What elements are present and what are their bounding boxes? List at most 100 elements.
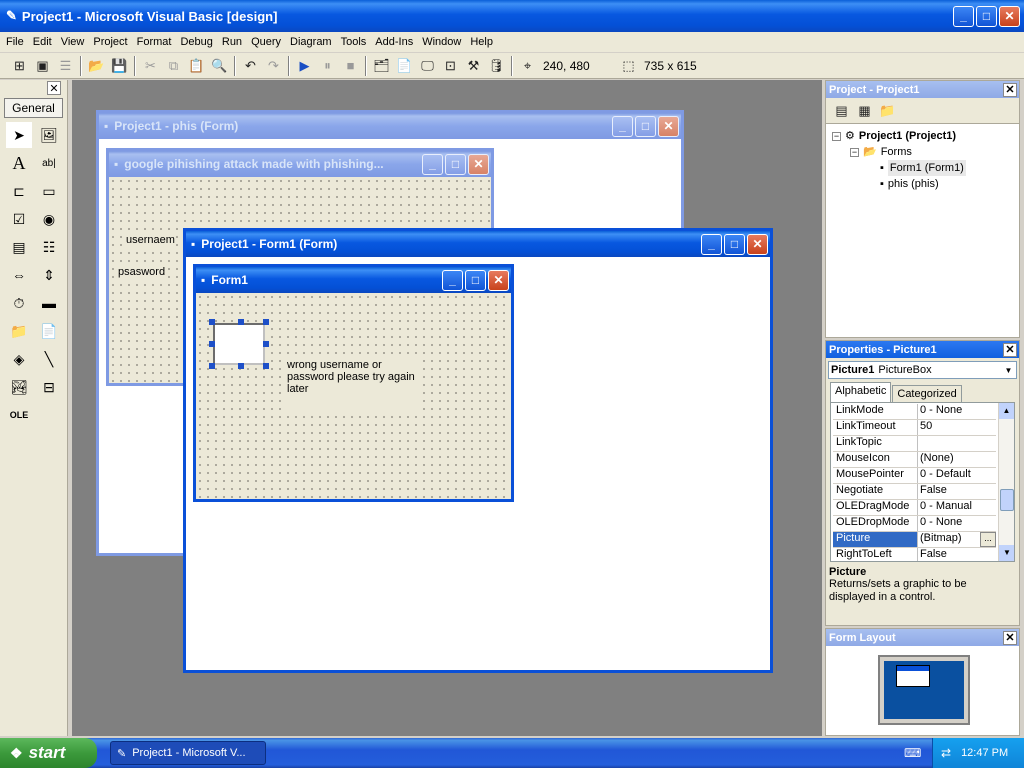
copy-icon[interactable]: ⧉ [162, 55, 185, 77]
menu-editor-icon[interactable]: ☰ [54, 55, 77, 77]
vscrollbar-tool-icon[interactable]: ⇕ [36, 262, 62, 288]
form1-form[interactable]: ▪ Form1 _ □ ✕ wrong username or password… [193, 264, 514, 502]
timer-tool-icon[interactable]: ⏱ [6, 290, 32, 316]
filelistbox-tool-icon[interactable]: 📄 [36, 318, 62, 344]
undo-icon[interactable]: ↶ [239, 55, 262, 77]
frame-tool-icon[interactable]: ⊏ [6, 178, 32, 204]
menu-edit[interactable]: Edit [33, 36, 52, 48]
menu-file[interactable]: File [6, 36, 24, 48]
taskbar-item-vb[interactable]: ✎ Project1 - Microsoft V... [110, 741, 266, 765]
minimize-button[interactable]: _ [701, 233, 722, 255]
view-code-icon[interactable]: ▤ [830, 100, 853, 122]
close-icon[interactable]: ✕ [1003, 82, 1017, 97]
selection-handle[interactable] [263, 341, 269, 347]
close-icon[interactable]: ✕ [1003, 630, 1017, 645]
menu-query[interactable]: Query [251, 36, 281, 48]
menu-help[interactable]: Help [470, 36, 493, 48]
ole-tool-icon[interactable]: OLE [6, 402, 32, 428]
form-layout-icon[interactable]: 🖵 [416, 55, 439, 77]
selection-handle[interactable] [263, 363, 269, 369]
property-row[interactable]: MouseIcon (None) [833, 452, 996, 468]
maximize-button[interactable]: □ [976, 5, 997, 27]
find-icon[interactable]: 🔍 [208, 55, 231, 77]
property-row[interactable]: LinkMode 0 - None [833, 404, 996, 420]
menu-view[interactable]: View [61, 36, 85, 48]
hscrollbar-tool-icon[interactable]: ⇔ [6, 262, 32, 288]
collapse-icon[interactable]: − [832, 131, 841, 141]
menu-window[interactable]: Window [422, 36, 461, 48]
menu-diagram[interactable]: Diagram [290, 36, 332, 48]
data-view-icon[interactable]: 🛢 [485, 55, 508, 77]
listbox-tool-icon[interactable]: ☷ [36, 234, 62, 260]
close-button[interactable]: ✕ [747, 233, 768, 255]
property-row-selected[interactable]: Picture (Bitmap)... [833, 532, 996, 548]
scroll-down-icon[interactable]: ▼ [999, 545, 1014, 561]
selection-handle[interactable] [209, 341, 215, 347]
properties-window-icon[interactable]: 📄 [393, 55, 416, 77]
forms-folder-node[interactable]: Forms [881, 144, 912, 160]
toolbox-close-icon[interactable]: ✕ [47, 81, 61, 95]
close-button[interactable]: ✕ [488, 269, 509, 291]
object-browser-icon[interactable]: ⊡ [439, 55, 462, 77]
selection-handle[interactable] [209, 363, 215, 369]
tab-alphabetic[interactable]: Alphabetic [830, 382, 892, 402]
maximize-button[interactable]: □ [724, 233, 745, 255]
property-row[interactable]: MousePointer 0 - Default [833, 468, 996, 484]
combobox-tool-icon[interactable]: ▤ [6, 234, 32, 260]
drivelistbox-tool-icon[interactable]: ▬ [36, 290, 62, 316]
menu-debug[interactable]: Debug [180, 36, 212, 48]
form1-node[interactable]: Form1 (Form1) [887, 160, 966, 176]
property-row[interactable]: OLEDragMode 0 - Manual [833, 500, 996, 516]
tab-categorized[interactable]: Categorized [892, 385, 962, 402]
collapse-icon[interactable]: − [850, 147, 859, 157]
object-selector[interactable]: Picture1 PictureBox ▼ [828, 361, 1017, 379]
toolbox-tab-general[interactable]: General [4, 98, 63, 118]
data-tool-icon[interactable]: ⊟ [36, 374, 62, 400]
dirlistbox-tool-icon[interactable]: 📁 [6, 318, 32, 344]
break-icon[interactable]: ⏸ [316, 55, 339, 77]
phis-node[interactable]: phis (phis) [888, 176, 939, 192]
property-row[interactable]: Negotiate False [833, 484, 996, 500]
start-button[interactable]: ❖ start [0, 738, 97, 768]
minimize-button[interactable]: _ [422, 153, 443, 175]
selection-handle[interactable] [238, 319, 244, 325]
start-icon[interactable]: ▶ [293, 55, 316, 77]
toolbox-icon[interactable]: ⚒ [462, 55, 485, 77]
toggle-folders-icon[interactable]: 📁 [876, 100, 899, 122]
property-row[interactable]: RightToLeft False [833, 548, 996, 561]
ellipsis-button[interactable]: ... [980, 532, 996, 547]
minimize-button[interactable]: _ [953, 5, 974, 27]
project-explorer-icon[interactable]: 🗂 [370, 55, 393, 77]
menu-project[interactable]: Project [93, 36, 127, 48]
selection-handle[interactable] [209, 319, 215, 325]
property-scrollbar[interactable]: ▲ ▼ [998, 403, 1014, 561]
close-button[interactable]: ✕ [468, 153, 489, 175]
selection-handle[interactable] [238, 363, 244, 369]
add-project-icon[interactable]: ⊞ [8, 55, 31, 77]
close-icon[interactable]: ✕ [1003, 342, 1017, 357]
optionbutton-tool-icon[interactable]: ◉ [36, 206, 62, 232]
chevron-down-icon[interactable]: ▼ [1001, 366, 1016, 375]
picture1-picturebox[interactable] [209, 319, 269, 369]
cut-icon[interactable]: ✂ [139, 55, 162, 77]
save-icon[interactable]: 💾 [108, 55, 131, 77]
scroll-up-icon[interactable]: ▲ [999, 403, 1014, 419]
selection-handle[interactable] [263, 319, 269, 325]
minimize-button[interactable]: _ [612, 115, 633, 137]
paste-icon[interactable]: 📋 [185, 55, 208, 77]
minimize-button[interactable]: _ [442, 269, 463, 291]
menu-add-ins[interactable]: Add-Ins [375, 36, 413, 48]
network-icon[interactable]: ⇄ [941, 746, 951, 760]
textbox-tool-icon[interactable]: ab| [36, 150, 62, 176]
label-tool-icon[interactable]: A [6, 150, 32, 176]
redo-icon[interactable]: ↷ [262, 55, 285, 77]
menu-run[interactable]: Run [222, 36, 242, 48]
line-tool-icon[interactable]: ╲ [36, 346, 62, 372]
view-object-icon[interactable]: ▦ [853, 100, 876, 122]
menu-format[interactable]: Format [137, 36, 172, 48]
image-tool-icon[interactable]: 🏞 [6, 374, 32, 400]
open-icon[interactable]: 📂 [85, 55, 108, 77]
checkbox-tool-icon[interactable]: ☑ [6, 206, 32, 232]
close-button[interactable]: ✕ [999, 5, 1020, 27]
menu-tools[interactable]: Tools [341, 36, 367, 48]
